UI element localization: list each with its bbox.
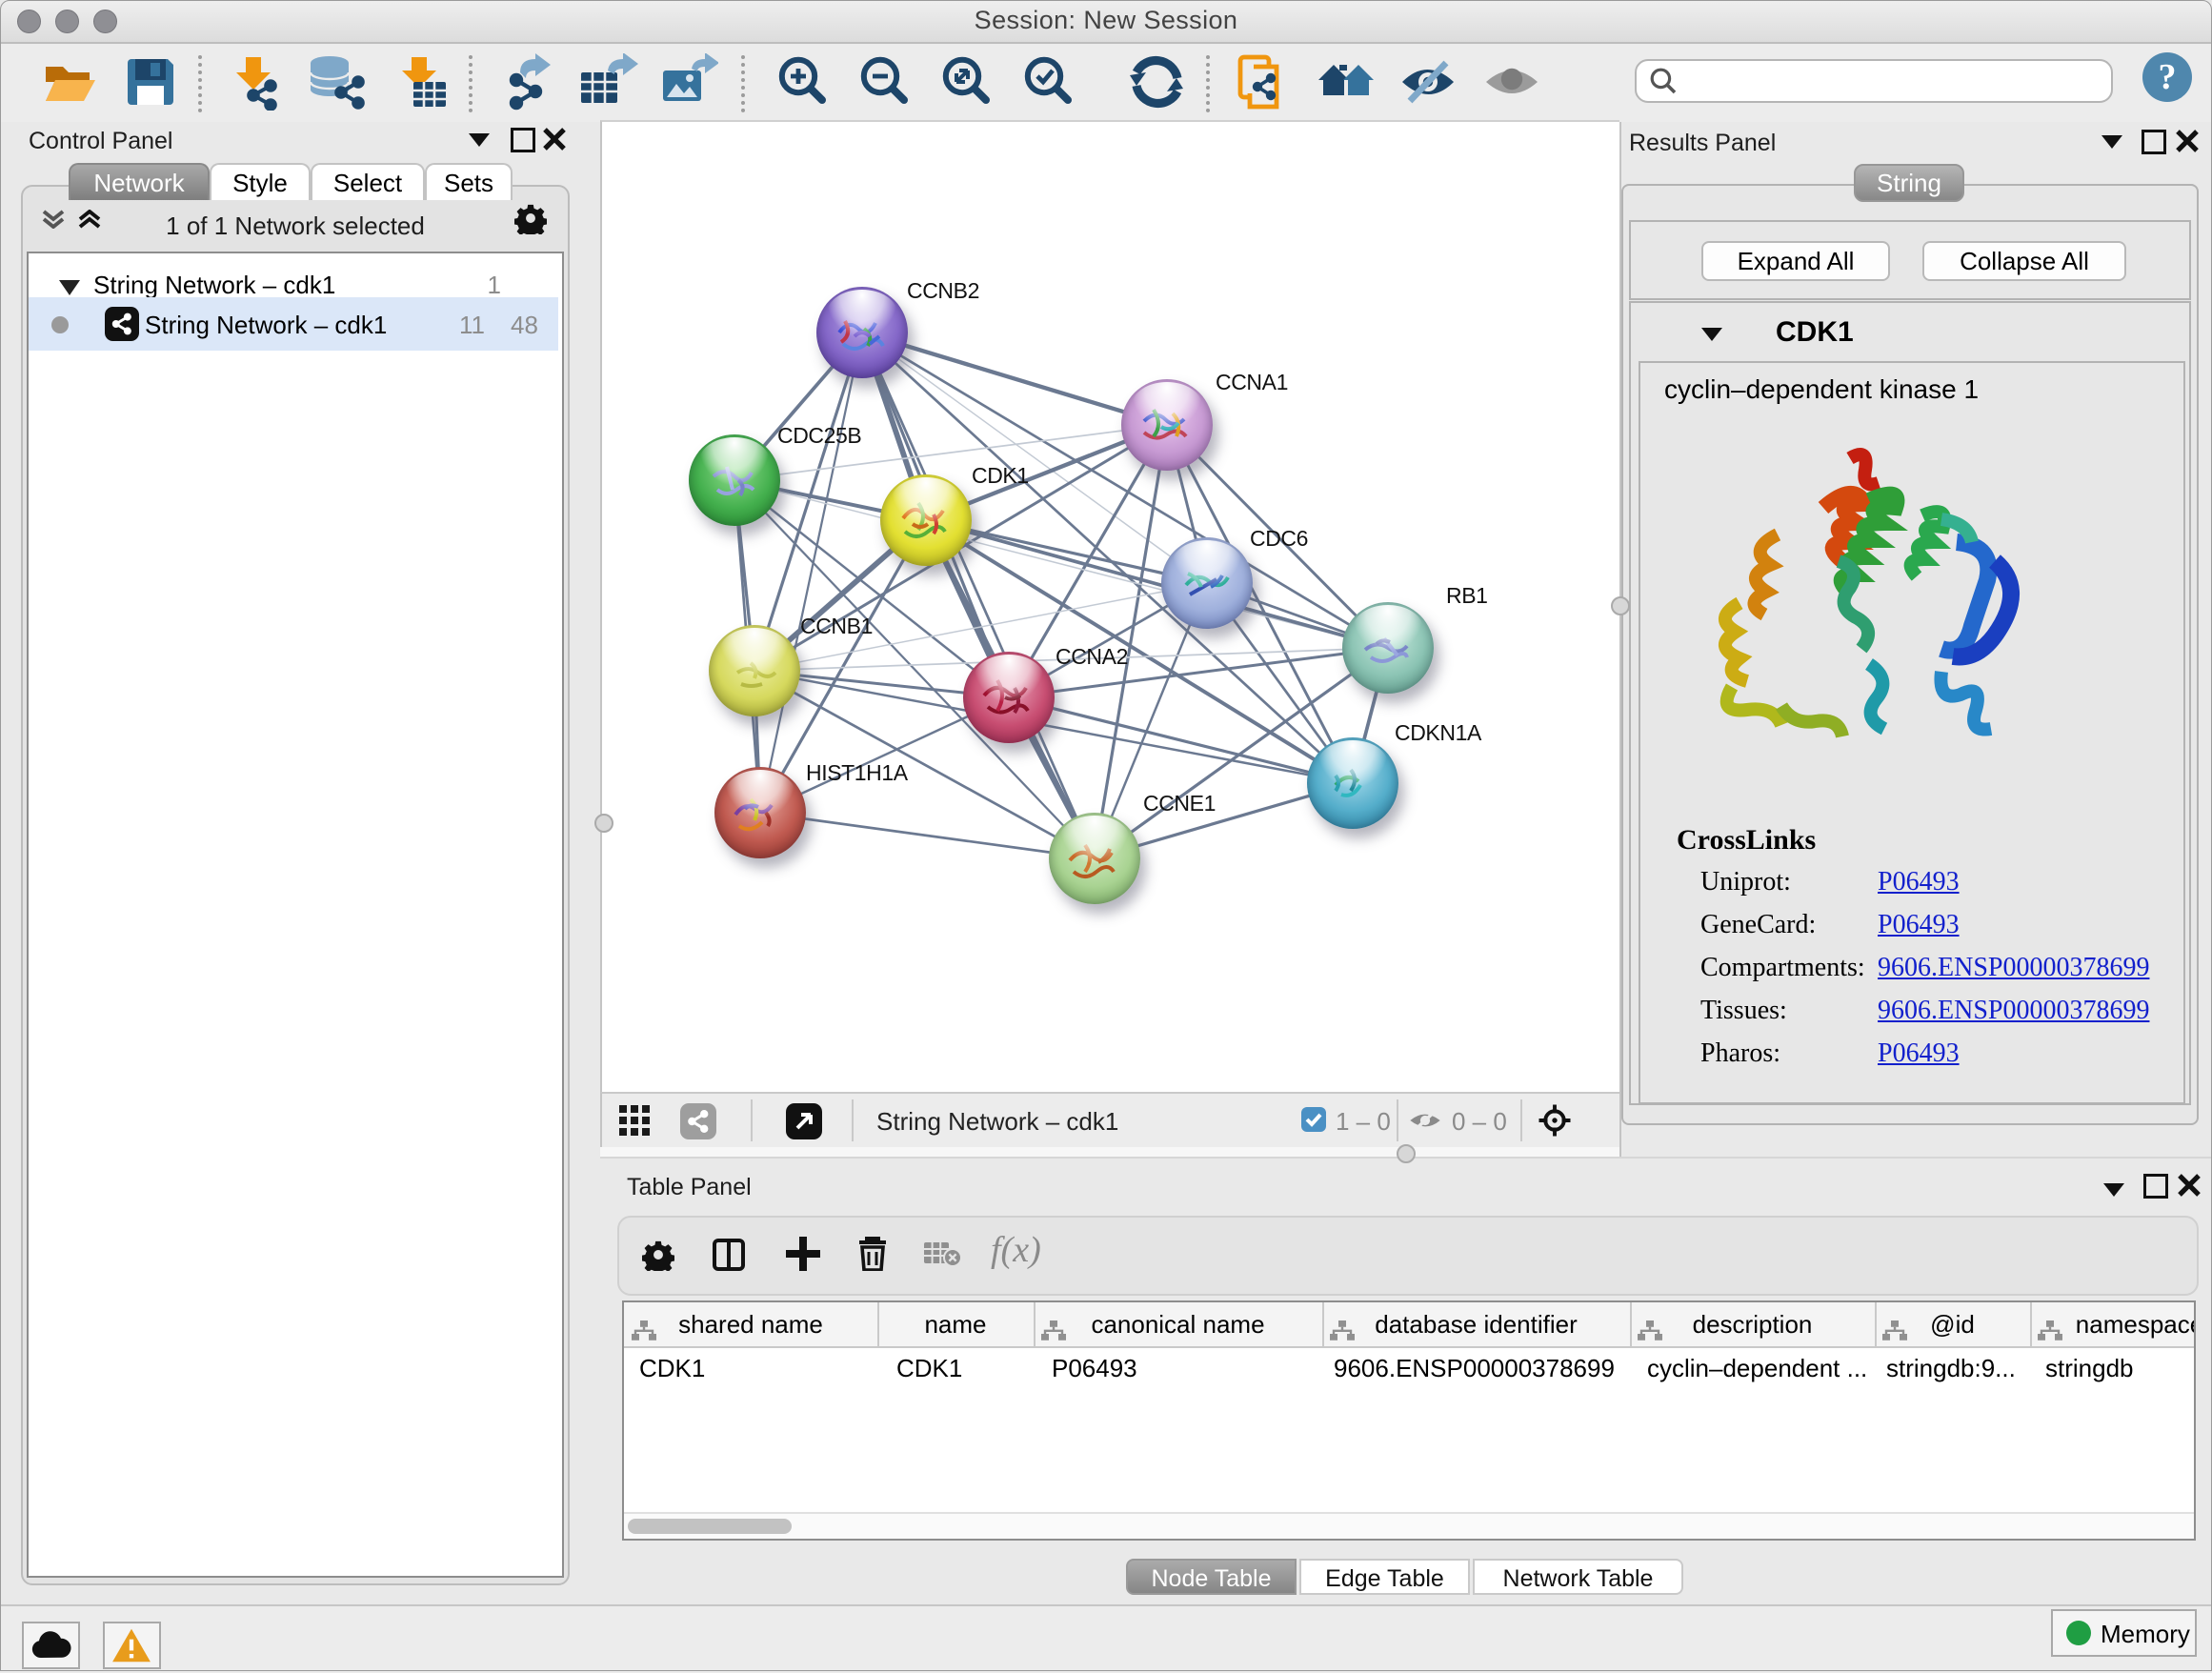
- svg-text:?: ?: [2159, 57, 2177, 97]
